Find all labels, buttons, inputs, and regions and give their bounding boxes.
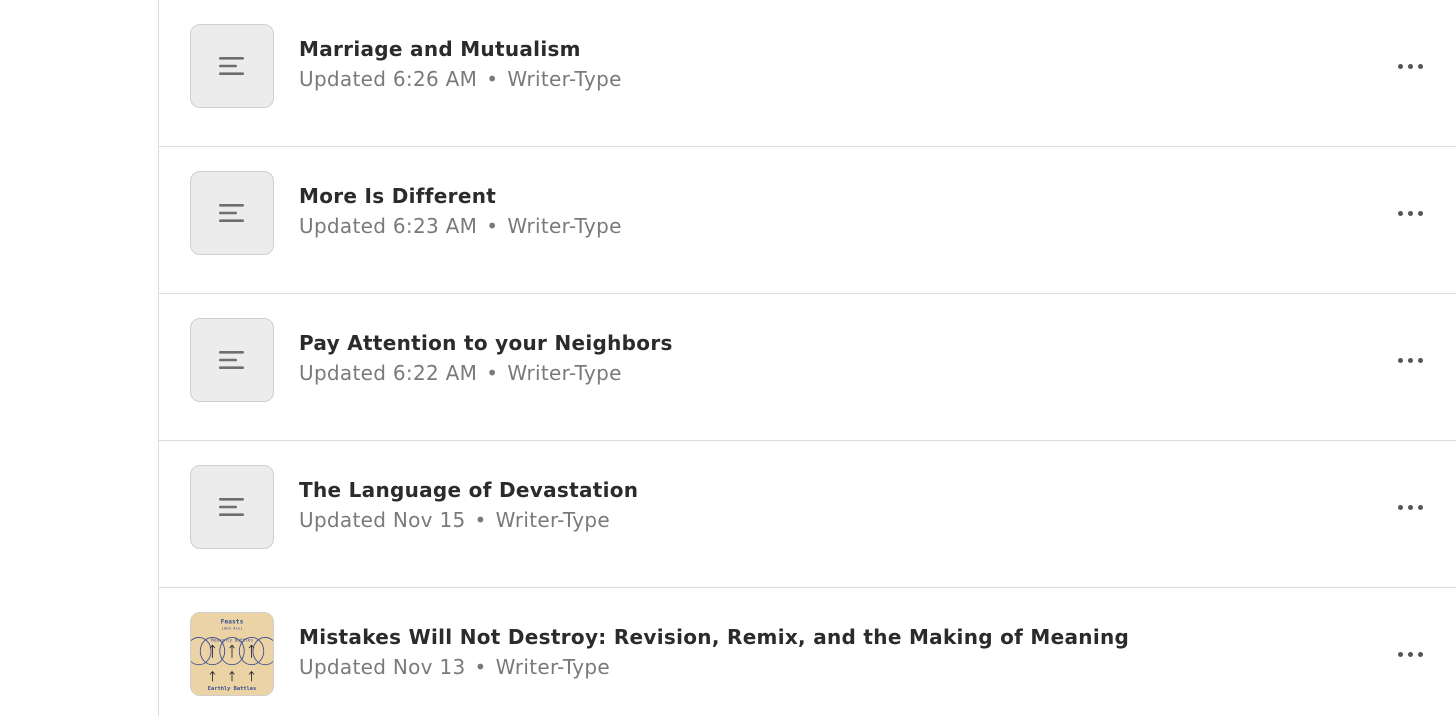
post-list: Marriage and Mutualism Updated 6:26 AM • W… bbox=[159, 0, 1456, 716]
post-meta: Updated 6:26 AM • Writer-Type bbox=[299, 66, 622, 92]
ellipsis-dot bbox=[1407, 504, 1413, 510]
post-text: Mistakes Will Not Destroy: Revision, Rem… bbox=[299, 624, 1129, 680]
post-thumbnail bbox=[190, 24, 274, 108]
post-thumbnail bbox=[190, 318, 274, 402]
meta-separator: • bbox=[486, 214, 499, 238]
ellipsis-icon bbox=[1397, 210, 1403, 216]
thumb-text-bottom: Earthly Battles bbox=[208, 686, 256, 692]
updated-time: Updated Nov 13 bbox=[299, 655, 466, 679]
post-meta: Updated 6:23 AM • Writer-Type bbox=[299, 213, 622, 239]
meta-separator: • bbox=[474, 655, 487, 679]
more-options-button[interactable] bbox=[1390, 199, 1430, 227]
ellipsis-icon bbox=[1397, 63, 1403, 69]
author-name: Writer-Type bbox=[507, 67, 622, 91]
posts-panel: Marriage and Mutualism Updated 6:26 AM • W… bbox=[158, 0, 1456, 716]
updated-time: Updated 6:22 AM bbox=[299, 361, 478, 385]
post-text: Pay Attention to your Neighbors Updated … bbox=[299, 330, 673, 386]
post-title[interactable]: More Is Different bbox=[299, 183, 622, 209]
ellipsis-icon bbox=[1397, 357, 1403, 363]
post-meta: Updated Nov 13 • Writer-Type bbox=[299, 654, 1129, 680]
diagram-thumbnail-icon: Feasts (And Ale) Heavenly Battles Earthl… bbox=[191, 613, 273, 695]
updated-time: Updated 6:26 AM bbox=[299, 67, 478, 91]
post-title[interactable]: Mistakes Will Not Destroy: Revision, Rem… bbox=[299, 624, 1129, 650]
post-title[interactable]: The Language of Devastation bbox=[299, 477, 638, 503]
ellipsis-dot bbox=[1407, 63, 1413, 69]
text-lines-icon bbox=[219, 351, 244, 369]
post-row[interactable]: The Language of Devastation Updated Nov … bbox=[159, 441, 1456, 588]
post-text: Marriage and Mutualism Updated 6:26 AM • W… bbox=[299, 36, 622, 92]
updated-time: Updated 6:23 AM bbox=[299, 214, 478, 238]
thumb-text-sub: (And Ale) bbox=[221, 626, 242, 631]
ellipsis-dot bbox=[1407, 651, 1413, 657]
author-name: Writer-Type bbox=[495, 508, 611, 532]
ellipsis-dot bbox=[1417, 210, 1423, 216]
more-options-button[interactable] bbox=[1390, 52, 1430, 80]
author-name: Writer-Type bbox=[495, 655, 611, 679]
text-lines-icon bbox=[219, 204, 244, 222]
posts-page: Marriage and Mutualism Updated 6:26 AM • W… bbox=[0, 0, 1456, 716]
author-name: Writer-Type bbox=[507, 361, 622, 385]
author-name: Writer-Type bbox=[507, 214, 622, 238]
ellipsis-dot bbox=[1417, 504, 1423, 510]
post-text: The Language of Devastation Updated Nov … bbox=[299, 477, 638, 533]
post-title[interactable]: Marriage and Mutualism bbox=[299, 36, 622, 62]
text-lines-icon bbox=[219, 498, 244, 516]
post-row[interactable]: Pay Attention to your Neighbors Updated … bbox=[159, 294, 1456, 441]
more-options-button[interactable] bbox=[1390, 640, 1430, 668]
post-thumbnail bbox=[190, 465, 274, 549]
ellipsis-dot bbox=[1417, 357, 1423, 363]
more-options-button[interactable] bbox=[1390, 346, 1430, 374]
post-meta: Updated Nov 15 • Writer-Type bbox=[299, 507, 638, 533]
text-lines-icon bbox=[219, 57, 244, 75]
ellipsis-dot bbox=[1417, 651, 1423, 657]
post-thumbnail-image: Feasts (And Ale) Heavenly Battles Earthl… bbox=[190, 612, 274, 696]
ellipsis-dot bbox=[1417, 63, 1423, 69]
post-title[interactable]: Pay Attention to your Neighbors bbox=[299, 330, 673, 356]
updated-time: Updated Nov 15 bbox=[299, 508, 466, 532]
left-sidebar bbox=[0, 0, 158, 716]
ellipsis-icon bbox=[1397, 651, 1403, 657]
post-row[interactable]: Feasts (And Ale) Heavenly Battles Earthl… bbox=[159, 588, 1456, 716]
meta-separator: • bbox=[486, 361, 499, 385]
post-row[interactable]: More Is Different Updated 6:23 AM • Writer… bbox=[159, 147, 1456, 294]
ellipsis-icon bbox=[1397, 504, 1403, 510]
meta-separator: • bbox=[474, 508, 487, 532]
ellipsis-dot bbox=[1407, 210, 1413, 216]
meta-separator: • bbox=[486, 67, 499, 91]
post-thumbnail bbox=[190, 171, 274, 255]
post-text: More Is Different Updated 6:23 AM • Writer… bbox=[299, 183, 622, 239]
post-row[interactable]: Marriage and Mutualism Updated 6:26 AM • W… bbox=[159, 0, 1456, 147]
ellipsis-dot bbox=[1407, 357, 1413, 363]
post-meta: Updated 6:22 AM • Writer-Type bbox=[299, 360, 673, 386]
more-options-button[interactable] bbox=[1390, 493, 1430, 521]
